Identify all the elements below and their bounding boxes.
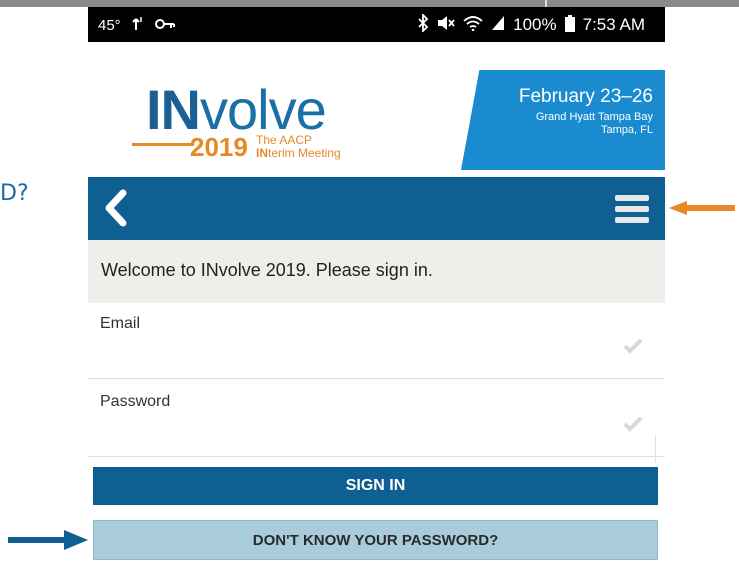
event-venue: Grand Hyatt Tampa Bay <box>535 111 653 123</box>
status-bar: 45° 100% 7:53 AM <box>88 7 665 42</box>
logo-year: 2019 <box>190 132 248 162</box>
logo-subtitle: The AACP INterim Meeting <box>256 133 341 160</box>
involve-logo: INvolve 2019 The AACP INterim Meeting <box>132 80 392 170</box>
clock-time: 7:53 AM <box>582 15 645 34</box>
email-field[interactable]: Email <box>88 303 665 379</box>
event-date: February 23–26 <box>518 86 653 107</box>
signal-arrow-icon <box>131 15 145 35</box>
event-city: Tampa, FL <box>601 124 653 136</box>
battery-icon <box>564 14 575 36</box>
battery-percent: 100% <box>513 15 557 34</box>
logo-wordmark: INvolve <box>146 78 327 141</box>
wifi-icon <box>463 15 483 35</box>
event-banner: INvolve 2019 The AACP INterim Meeting Fe… <box>88 42 665 177</box>
mute-icon <box>437 15 455 35</box>
key-icon <box>154 17 175 34</box>
status-right: 100% 7:53 AM <box>417 12 645 36</box>
arrow-left-icon <box>669 201 735 215</box>
phone-screen: 45° 100% 7:53 AM INvolve 2019 The AACP I… <box>88 7 665 567</box>
back-button[interactable] <box>102 189 136 229</box>
divider-line <box>655 435 656 463</box>
logo-underline <box>132 143 194 146</box>
event-date-box: February 23–26 Grand Hyatt Tampa Bay Tam… <box>461 70 665 170</box>
password-field[interactable]: Password <box>88 381 665 457</box>
password-label: Password <box>100 393 171 410</box>
menu-icon <box>615 195 649 201</box>
forgot-password-button[interactable]: DON'T KNOW YOUR PASSWORD? <box>93 520 658 560</box>
welcome-message: Welcome to INvolve 2019. Please sign in. <box>88 240 665 303</box>
top-border-bar <box>0 0 739 7</box>
password-input[interactable] <box>100 419 610 445</box>
hamburger-menu-button[interactable] <box>615 195 649 223</box>
checkmark-icon <box>623 415 643 438</box>
arrow-right-icon <box>8 530 88 550</box>
bluetooth-icon <box>417 12 429 36</box>
email-input[interactable] <box>100 341 610 367</box>
status-left: 45° <box>98 15 175 35</box>
nav-bar <box>88 177 665 240</box>
email-label: Email <box>100 315 141 332</box>
temperature-text: 45° <box>98 16 121 34</box>
chevron-left-icon <box>105 189 127 227</box>
checkmark-icon <box>623 337 643 360</box>
top-border-tick <box>545 0 547 7</box>
cell-signal-icon <box>491 15 505 35</box>
cropped-side-text: D? <box>0 181 29 206</box>
sign-in-button[interactable]: SIGN IN <box>93 467 658 505</box>
